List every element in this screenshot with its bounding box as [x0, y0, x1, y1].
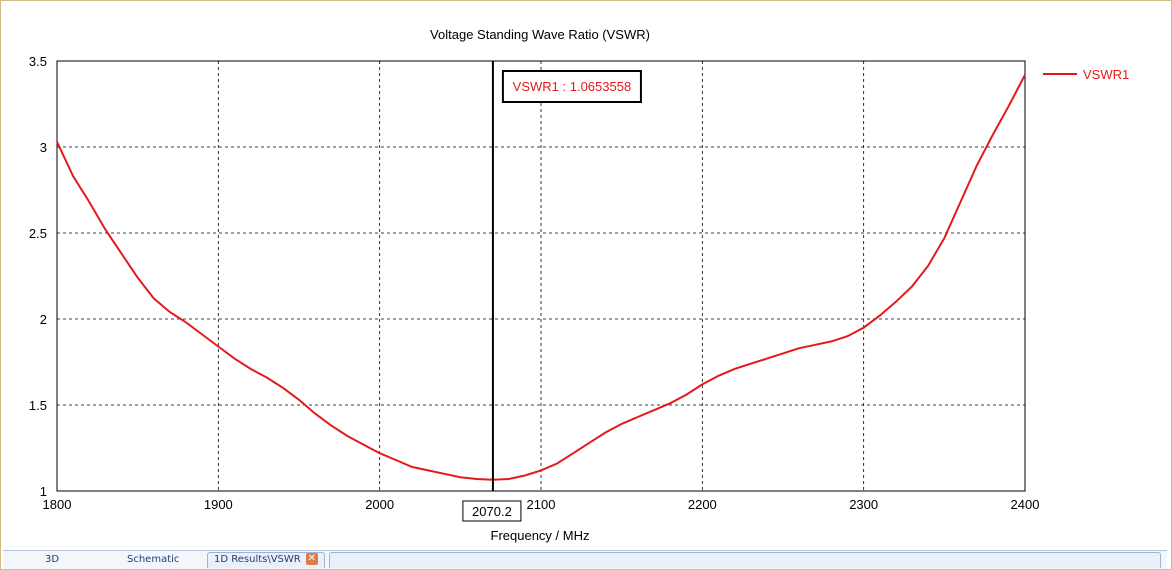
plot-area [56, 60, 1026, 492]
y-tick-label: 1 [40, 484, 47, 499]
legend: VSWR1 [1043, 67, 1129, 82]
x-tick-label: 2100 [527, 497, 556, 512]
tab-schematic[interactable]: Schematic [127, 553, 179, 568]
close-icon[interactable]: ✕ [305, 553, 318, 565]
x-tick-label: 2400 [1011, 497, 1040, 512]
y-tick-label: 1.5 [29, 398, 47, 413]
tab-bar: 3D Schematic 1D Results\VSWR ✕ [3, 550, 1167, 569]
x-tick-label: 2000 [365, 497, 394, 512]
tab-label: 1D Results\VSWR [214, 554, 301, 565]
tab-bar-filler [329, 552, 1161, 568]
tab-3d[interactable]: 3D [45, 553, 59, 568]
x-tick-label: 2200 [688, 497, 717, 512]
chart-title: Voltage Standing Wave Ratio (VSWR) [430, 27, 650, 42]
y-tick-label: 2.5 [29, 226, 47, 241]
x-tick-label: 2300 [849, 497, 878, 512]
tab-1d-results-vswr[interactable]: 1D Results\VSWR ✕ [207, 552, 325, 568]
legend-label: VSWR1 [1083, 67, 1129, 82]
y-tick-label: 2 [40, 312, 47, 327]
vswr-chart: Voltage Standing Wave Ratio (VSWR) Frequ… [29, 27, 1129, 543]
y-tick-label: 3.5 [29, 54, 47, 69]
x-tick-label: 1800 [43, 497, 72, 512]
marker-x-label: 2070.2 [472, 504, 512, 519]
marker-readout: VSWR1 : 1.0653558 [513, 79, 632, 94]
x-tick-label: 1900 [204, 497, 233, 512]
x-axis-label: Frequency / MHz [491, 528, 590, 543]
y-tick-label: 3 [40, 140, 47, 155]
